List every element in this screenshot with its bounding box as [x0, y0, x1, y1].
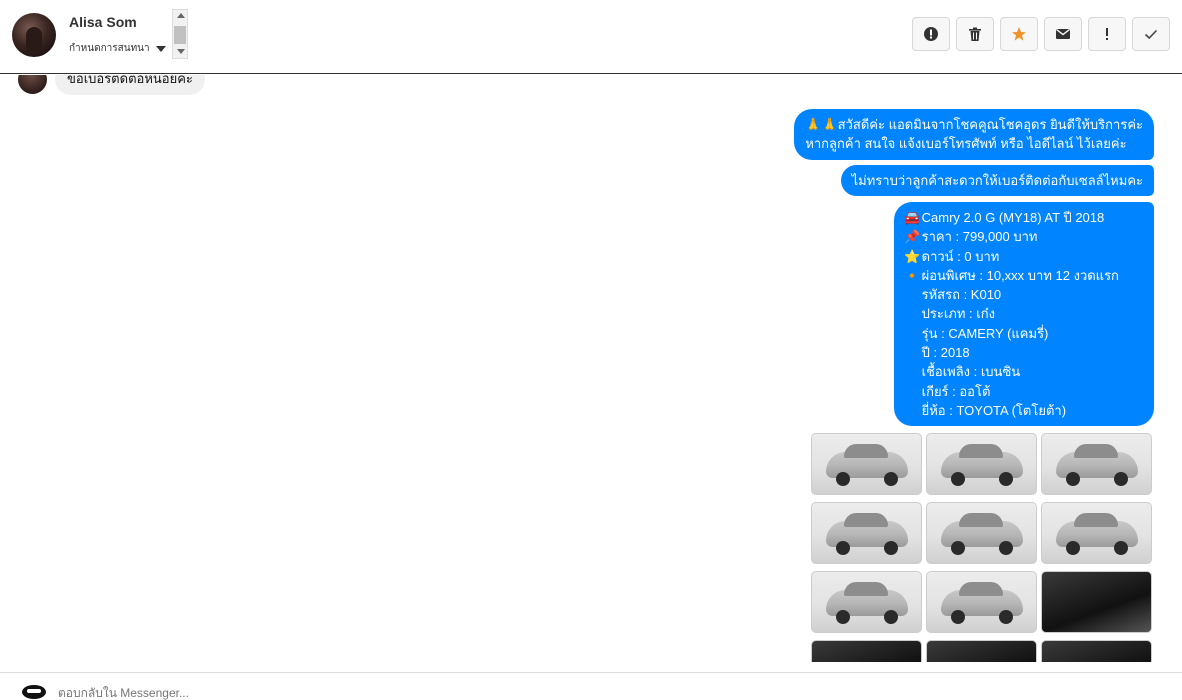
car-photo[interactable] — [1041, 502, 1152, 564]
conversation-status-select[interactable]: กำหนดการสนทนา — [69, 41, 166, 56]
car-photo[interactable] — [811, 640, 922, 662]
detail-line: 📌 ราคา : 799,000 บาท — [904, 227, 1144, 246]
status-label: กำหนดการสนทนา — [69, 43, 150, 54]
messenger-inbox: Alisa Som กำหนดการสนทนา ขอเบอร์ติดต่อหน่… — [0, 0, 1182, 700]
reply-composer — [0, 672, 1182, 700]
user-name[interactable]: Alisa Som — [69, 14, 137, 30]
car-photo[interactable] — [811, 571, 922, 633]
message-line: หากลูกค้า สนใจ แจ้งเบอร์โทรศัพท์ หรือ ไอ… — [805, 136, 1127, 152]
car-photo[interactable] — [1041, 433, 1152, 495]
avatar[interactable] — [12, 13, 56, 57]
detail-line: ประเภท : เก๋ง — [921, 306, 995, 322]
important-button[interactable] — [1088, 17, 1126, 51]
check-icon — [1144, 29, 1158, 40]
detail-line: รุ่น : CAMERY (แคมรี่) — [921, 325, 1049, 341]
message-thread[interactable]: ขอเบอร์ติดต่อหน่อยค่ะ 🙏🙏สวัสดีค่ะ แอดมิน… — [2, 75, 1180, 662]
detail-line: ยี่ห้อ : TOYOTA (โตโยต้า) — [921, 402, 1067, 418]
pin-icon: 📌 — [904, 229, 921, 245]
caret-down-icon — [155, 45, 166, 52]
detail-line: ปี : 2018 — [921, 345, 970, 361]
car-photo[interactable] — [926, 433, 1037, 495]
status-scrollbar[interactable] — [172, 9, 188, 59]
incoming-bubble[interactable]: ขอเบอร์ติดต่อหน่อยค่ะ — [55, 75, 205, 95]
report-button[interactable] — [912, 17, 950, 51]
delete-button[interactable] — [956, 17, 994, 51]
car-photo[interactable] — [1041, 640, 1152, 662]
conversation-header: Alisa Som กำหนดการสนทนา — [0, 0, 1182, 74]
sender-avatar[interactable] — [18, 75, 47, 94]
incoming-message: ขอเบอร์ติดต่อหน่อยค่ะ — [18, 75, 205, 95]
star-emoji-icon: ⭐ — [904, 248, 921, 264]
car-photo-gallery — [811, 433, 1155, 662]
detail-line: เชื้อเพลิง : เบนซิน — [921, 364, 1021, 380]
message-line: 🙏🙏สวัสดีค่ะ แอดมินจากโชคคูณโชคอุดร ยินดี… — [805, 117, 1143, 132]
mail-button[interactable] — [1044, 17, 1082, 51]
star-icon — [1012, 27, 1026, 41]
diamond-icon: 🔸 — [904, 267, 921, 283]
scroll-down-arrow-icon[interactable] — [177, 49, 185, 54]
car-photo[interactable] — [811, 433, 922, 495]
detail-line: รหัสรถ : K010 — [921, 287, 1002, 303]
car-photo[interactable] — [1041, 571, 1152, 633]
car-icon: 🚘 — [904, 210, 921, 225]
detail-line: 🔸 ผ่อนพิเศษ : 10,xxx บาท 12 งวดแรก — [904, 266, 1144, 285]
car-photo[interactable] — [811, 502, 922, 564]
detail-line: 🚘 Camry 2.0 G (MY18) AT ปี 2018 — [904, 208, 1144, 227]
trash-icon — [969, 27, 981, 41]
car-photo[interactable] — [926, 640, 1037, 662]
car-photo[interactable] — [926, 502, 1037, 564]
reply-input[interactable] — [58, 686, 658, 700]
car-photo[interactable] — [926, 571, 1037, 633]
scroll-up-arrow-icon[interactable] — [177, 13, 185, 18]
alert-circle-icon — [924, 27, 938, 41]
detail-line: เกียร์ : ออโต้ — [921, 383, 991, 399]
conversation-toolbar — [912, 17, 1170, 51]
outgoing-bubble-greeting[interactable]: 🙏🙏สวัสดีค่ะ แอดมินจากโชคคูณโชคอุดร ยินดี… — [794, 109, 1154, 160]
scroll-thumb[interactable] — [174, 26, 186, 44]
envelope-icon — [1056, 28, 1070, 39]
outgoing-bubble-car-details[interactable]: 🚘 Camry 2.0 G (MY18) AT ปี 2018 📌 ราคา :… — [894, 202, 1154, 427]
page-logo-icon — [22, 685, 46, 699]
done-button[interactable] — [1132, 17, 1170, 51]
outgoing-bubble-question[interactable]: ไม่ทราบว่าลูกค้าสะดวกให้เบอร์ติดต่อกับเซ… — [840, 165, 1154, 197]
exclamation-icon — [1106, 28, 1108, 40]
detail-line: ⭐ ดาวน์ : 0 บาท — [904, 247, 1144, 266]
star-button[interactable] — [1000, 17, 1038, 51]
